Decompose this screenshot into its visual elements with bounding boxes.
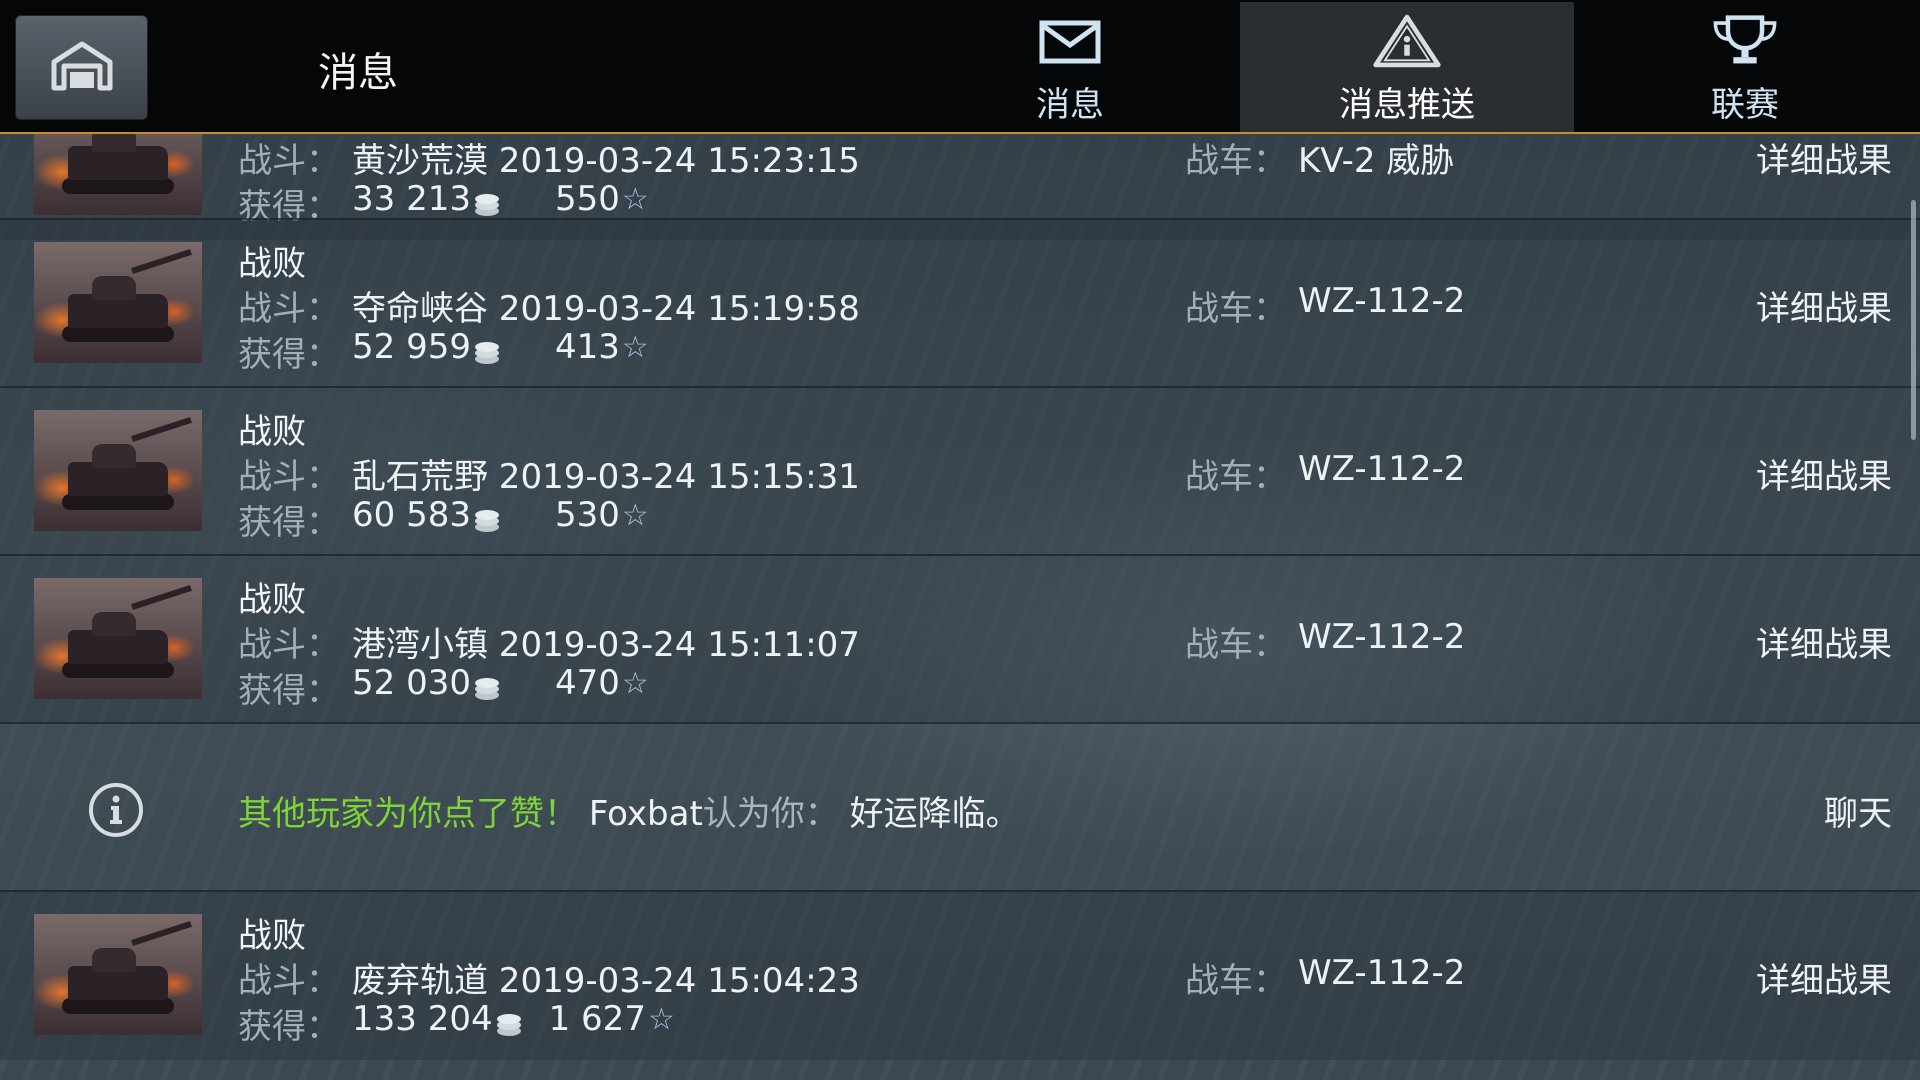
like-headline: 其他玩家为你点了赞！	[238, 794, 578, 834]
credits-coin-icon	[473, 670, 501, 700]
battle-row[interactable]: 战败 战斗： 乱石荒野 2019-03-24 15:15:31 获得： 60 5…	[0, 386, 1920, 556]
tank-label: 战车：	[1185, 961, 1287, 1001]
xp-value: 530	[554, 495, 620, 535]
earnings: 60 583 530 ☆	[352, 495, 649, 535]
battle-map-time: 港湾小镇 2019-03-24 15:11:07	[352, 625, 860, 665]
tank-name: KV-2 威胁	[1298, 141, 1455, 181]
xp-star-icon: ☆	[621, 329, 649, 365]
credits-value: 60 583	[352, 495, 471, 535]
earnings: 133 204 1 627 ☆	[352, 999, 675, 1039]
battle-row[interactable]: 战败 战斗： 废弃轨道 2019-03-24 15:04:23 获得： 133 …	[0, 890, 1920, 1060]
earn-label: 获得：	[238, 671, 340, 711]
details-link[interactable]: 详细战果	[1756, 133, 1892, 182]
battle-label: 战斗：	[238, 625, 340, 665]
details-link[interactable]: 详细战果	[1756, 953, 1892, 1002]
tab-messages-label: 消息	[1036, 85, 1104, 125]
earnings: 33 213 550 ☆	[352, 179, 649, 219]
details-link[interactable]: 详细战果	[1756, 449, 1892, 498]
tab-messages[interactable]: 消息	[903, 2, 1237, 132]
xp-value: 550	[554, 179, 620, 219]
tank-label: 战车：	[1185, 141, 1287, 181]
xp-star-icon: ☆	[621, 497, 649, 533]
envelope-icon	[1035, 11, 1105, 71]
tank-label: 战车：	[1185, 625, 1287, 665]
credits-coin-icon	[473, 502, 501, 532]
like-notification-row[interactable]: 其他玩家为你点了赞！ Foxbat认为你： 好运降临。 聊天	[0, 722, 1920, 892]
xp-star-icon: ☆	[621, 181, 649, 217]
tank-name: WZ-112-2	[1298, 617, 1466, 657]
xp-value: 1 627	[548, 999, 646, 1039]
battle-thumbnail	[34, 914, 202, 1035]
battle-thumbnail	[34, 242, 202, 363]
battle-label: 战斗：	[238, 141, 340, 181]
earnings: 52 030 470 ☆	[352, 663, 649, 703]
page-title: 消息	[318, 50, 398, 96]
battle-row[interactable]: 战败 战斗： 夺命峡谷 2019-03-24 15:19:58 获得： 52 9…	[0, 218, 1920, 388]
xp-value: 413	[554, 327, 620, 367]
credits-coin-icon	[473, 186, 501, 216]
details-link[interactable]: 详细战果	[1756, 617, 1892, 666]
notification-list[interactable]: 战斗： 黄沙荒漠 2019-03-24 15:23:15 获得： 33 213 …	[0, 132, 1920, 1080]
info-circle-icon	[88, 782, 144, 838]
tab-notifications-label: 消息推送	[1339, 85, 1475, 125]
battle-result: 战败	[238, 244, 306, 284]
credits-coin-icon	[473, 334, 501, 364]
player-name: Foxbat	[588, 794, 703, 834]
home-button[interactable]	[15, 15, 148, 120]
top-bar: 消息 消息 消息推送 联赛	[0, 0, 1920, 134]
battle-map-time: 废弃轨道 2019-03-24 15:04:23	[352, 961, 860, 1001]
earn-label: 获得：	[238, 1007, 340, 1047]
chat-button[interactable]: 聊天	[1824, 786, 1892, 835]
battle-map-time: 夺命峡谷 2019-03-24 15:19:58	[352, 289, 860, 329]
battle-thumbnail	[34, 132, 202, 215]
like-connector: 认为你：	[702, 794, 839, 834]
tab-league[interactable]: 联赛	[1578, 2, 1912, 132]
battle-map-time: 黄沙荒漠 2019-03-24 15:23:15	[352, 141, 860, 181]
hangar-home-icon	[50, 40, 114, 96]
battle-thumbnail	[34, 410, 202, 531]
tank-name: WZ-112-2	[1298, 281, 1466, 321]
list-scrollbar[interactable]	[1911, 200, 1916, 440]
tank-label: 战车：	[1185, 457, 1287, 497]
battle-row[interactable]: 战败 战斗： 港湾小镇 2019-03-24 15:11:07 获得： 52 0…	[0, 554, 1920, 724]
earn-label: 获得：	[238, 503, 340, 543]
battle-map-time: 乱石荒野 2019-03-24 15:15:31	[352, 457, 860, 497]
battle-label: 战斗：	[238, 289, 340, 329]
xp-star-icon: ☆	[621, 665, 649, 701]
credits-value: 52 959	[352, 327, 471, 367]
earn-label: 获得：	[238, 335, 340, 375]
warning-triangle-icon	[1372, 11, 1442, 71]
tab-league-label: 联赛	[1711, 85, 1779, 125]
like-message-text: 好运降临。	[849, 794, 1020, 834]
battle-result: 战败	[238, 916, 306, 956]
xp-star-icon: ☆	[647, 1001, 675, 1037]
tank-label: 战车：	[1185, 289, 1287, 329]
credits-coin-icon	[495, 1006, 523, 1036]
battle-thumbnail	[34, 578, 202, 699]
earnings: 52 959 413 ☆	[352, 327, 649, 367]
battle-result: 战败	[238, 580, 306, 620]
like-message: 其他玩家为你点了赞！ Foxbat认为你： 好运降临。	[238, 786, 1020, 835]
tank-name: WZ-112-2	[1298, 953, 1466, 993]
trophy-icon	[1710, 11, 1780, 71]
xp-value: 470	[554, 663, 620, 703]
tab-notifications[interactable]: 消息推送	[1240, 2, 1574, 132]
battle-result: 战败	[238, 412, 306, 452]
details-link[interactable]: 详细战果	[1756, 281, 1892, 330]
battle-label: 战斗：	[238, 457, 340, 497]
credits-value: 33 213	[352, 179, 471, 219]
battle-label: 战斗：	[238, 961, 340, 1001]
credits-value: 133 204	[352, 999, 493, 1039]
tank-name: WZ-112-2	[1298, 449, 1466, 489]
credits-value: 52 030	[352, 663, 471, 703]
